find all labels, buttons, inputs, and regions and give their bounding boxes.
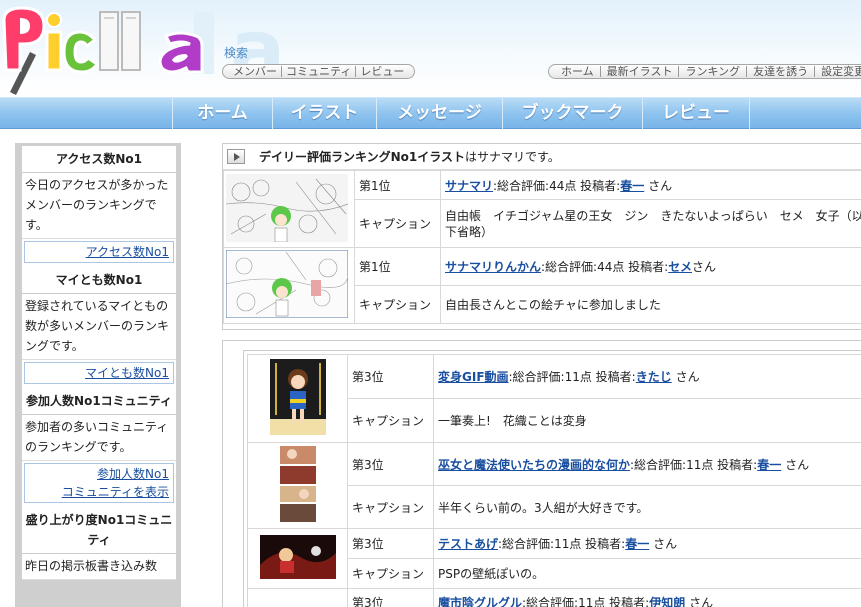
illust-title-link[interactable]: サナマリりんかん [445, 260, 541, 274]
sidebar-link-mytomo[interactable]: マイとも数No1 [29, 364, 169, 382]
play-icon[interactable] [227, 149, 245, 164]
thumb-cell [223, 170, 355, 248]
piclla-logo[interactable] [0, 0, 230, 98]
caption-text: 自由長さんとこの絵チャに参加しました [440, 285, 861, 324]
thumb-cell [247, 442, 348, 529]
topnav-settings[interactable]: 設定変更 [814, 66, 861, 77]
score-text: :総合評価:44点 投稿者: [493, 178, 621, 193]
sidebar-text-members: 参加者の多いコミュニティのランキングです。 [22, 415, 176, 461]
score-text: :総合評価:44点 投稿者: [541, 260, 669, 274]
illustration-thumbnail[interactable] [277, 444, 318, 524]
illustration-thumbnail[interactable] [225, 249, 349, 319]
score-text: :総合評価:11点 投稿者: [630, 457, 758, 472]
rank-label: 第3位 [347, 442, 434, 486]
sidebar-link-access[interactable]: アクセス数No1 [29, 243, 169, 261]
author-link[interactable]: 春一 [625, 537, 649, 551]
sidebar-title-excitement: 盛り上がり度No1コミュニティ [22, 507, 176, 554]
author-link[interactable]: セメ [668, 260, 692, 274]
rank-info: サナマリりんかん:総合評価:44点 投稿者:セメさん [440, 247, 861, 286]
rank-label: 第3位 [347, 354, 434, 399]
header: a 検索 メンバー コミュニティ レビュー ホーム 最新イラスト ランキング 友… [0, 0, 861, 98]
author-suffix: さん [692, 260, 717, 274]
sidebar-text-excitement: 昨日の掲示板書き込み数 [22, 554, 176, 580]
sidebar-link-box: アクセス数No1 [24, 241, 174, 263]
caption-text: 自由帳 イチゴジャム星の王女 ジン きたないよっぱらい セメ 女子（以下省略） [440, 199, 861, 248]
subnav-member[interactable]: メンバー [229, 66, 281, 77]
author-link[interactable]: 春一 [757, 458, 781, 472]
daily-header-rest: はサナマリです。 [465, 150, 560, 164]
nav-home[interactable]: ホーム [172, 98, 272, 129]
sidebar-title-mytomo: マイとも数No1 [22, 267, 176, 294]
rank-label: 第1位 [354, 247, 441, 286]
nav-review[interactable]: レビュー [642, 98, 750, 129]
sidebar: アクセス数No1 今日のアクセスが多かったメンバーのランキングです。 アクセス数… [15, 143, 181, 607]
rank-info: 変身GIF動画:総合評価:11点 投稿者:きたじ さん [433, 354, 861, 399]
daily-ranking-box: デイリー評価ランキングNo1イラスト はサナマリです。 第1位 サナマリ:総合評価… [222, 143, 861, 330]
daily-header-bold: デイリー評価ランキングNo1イラスト [259, 150, 466, 164]
thumb-cell [247, 528, 348, 589]
rank-info: 魔市陰グルグル:総合評価:11点 投稿者:伊知朗 さん [433, 588, 861, 607]
thumb-cell [223, 247, 355, 324]
caption-label: キャプション [354, 199, 441, 248]
topnav-ranking[interactable]: ランキング [678, 66, 746, 77]
rank-info: 巫女と魔法使いたちの漫画的な何か:総合評価:11点 投稿者:春一 さん [433, 442, 861, 486]
caption-label: キャプション [354, 285, 441, 324]
illustration-thumbnail[interactable] [259, 535, 336, 579]
caption-text: PSPの壁紙ぽいの。 [433, 558, 861, 589]
author-suffix: さん [644, 178, 673, 193]
sidebar-link-members[interactable]: 参加人数No1 [29, 465, 169, 483]
sidebar-text-mytomo: 登録されているマイともの数が多いメンバーのランキングです。 [22, 294, 176, 360]
subnav-review[interactable]: レビュー [355, 66, 408, 77]
main-nav: ホーム イラスト メッセージ ブックマーク レビュー [0, 97, 861, 129]
illust-title-link[interactable]: 変身GIF動画 [438, 370, 509, 384]
author-link[interactable]: 伊知朗 [649, 596, 685, 607]
daily-header: デイリー評価ランキングNo1イラスト はサナマリです。 [223, 144, 861, 170]
score-text: :総合評価:11点 投稿者: [522, 596, 650, 607]
nav-bookmark[interactable]: ブックマーク [502, 98, 642, 129]
illust-title-link[interactable]: 魔市陰グルグル [438, 596, 522, 607]
sidebar-link-show-community[interactable]: コミュニティを表示 [29, 483, 169, 501]
illust-title-link[interactable]: サナマリ [445, 179, 493, 193]
sidebar-text-access: 今日のアクセスが多かったメンバーのランキングです。 [22, 173, 176, 239]
author-link[interactable]: きたじ [636, 370, 672, 384]
author-suffix: さん [649, 537, 678, 551]
rank-label: 第3位 [347, 528, 434, 559]
sub-nav: メンバー コミュニティ レビュー [222, 64, 416, 79]
illust-title-link[interactable]: 巫女と魔法使いたちの漫画的な何か [438, 458, 630, 472]
author-suffix: さん [685, 596, 714, 607]
topnav-invite[interactable]: 友達を誘う [746, 66, 814, 77]
subnav-community[interactable]: コミュニティ [281, 66, 355, 77]
search-link[interactable]: 検索 [224, 44, 248, 61]
caption-label: キャプション [347, 485, 434, 529]
score-text: :総合評価:11点 投稿者: [508, 370, 636, 384]
ranking-box: 第3位 変身GIF動画:総合評価:11点 投稿者:きたじ さん キャプション 一… [222, 340, 861, 607]
author-link[interactable]: 春一 [620, 179, 644, 193]
caption-text: 半年くらい前の。3人組が大好きです。 [433, 485, 861, 529]
thumb-cell [247, 354, 348, 443]
caption-label: キャプション [347, 558, 434, 589]
caption-label: キャプション [347, 398, 434, 443]
sidebar-link-box: 参加人数No1 コミュニティを表示 [24, 463, 174, 503]
score-text: :総合評価:11点 投稿者: [498, 537, 626, 551]
topnav-latest[interactable]: 最新イラスト [599, 66, 679, 77]
top-right-nav: ホーム 最新イラスト ランキング 友達を誘う 設定変更 [548, 64, 861, 79]
rank-info: サナマリ:総合評価:44点 投稿者:春一 さん [440, 170, 861, 200]
caption-text: 一筆奏上! 花織ことは変身 [433, 398, 861, 443]
illustration-thumbnail[interactable] [225, 173, 349, 242]
rank-info: テストあげ:総合評価:11点 投稿者:春一 さん [433, 528, 861, 559]
illust-title-link[interactable]: テストあげ [438, 537, 498, 551]
sidebar-title-members: 参加人数No1コミュニティ [22, 388, 176, 415]
ranking-list: 第3位 変身GIF動画:総合評価:11点 投稿者:きたじ さん キャプション 一… [243, 350, 861, 607]
thumb-cell [247, 588, 348, 607]
author-suffix: さん [671, 370, 700, 384]
author-suffix: さん [781, 457, 810, 472]
sidebar-title-access: アクセス数No1 [22, 146, 176, 173]
nav-illust[interactable]: イラスト [272, 98, 376, 129]
rank-label: 第3位 [347, 588, 434, 607]
illustration-thumbnail[interactable] [269, 359, 326, 435]
sidebar-link-box: マイとも数No1 [24, 362, 174, 384]
rank-label: 第1位 [354, 170, 441, 200]
nav-message[interactable]: メッセージ [376, 98, 502, 129]
topnav-home[interactable]: ホーム [555, 66, 600, 77]
